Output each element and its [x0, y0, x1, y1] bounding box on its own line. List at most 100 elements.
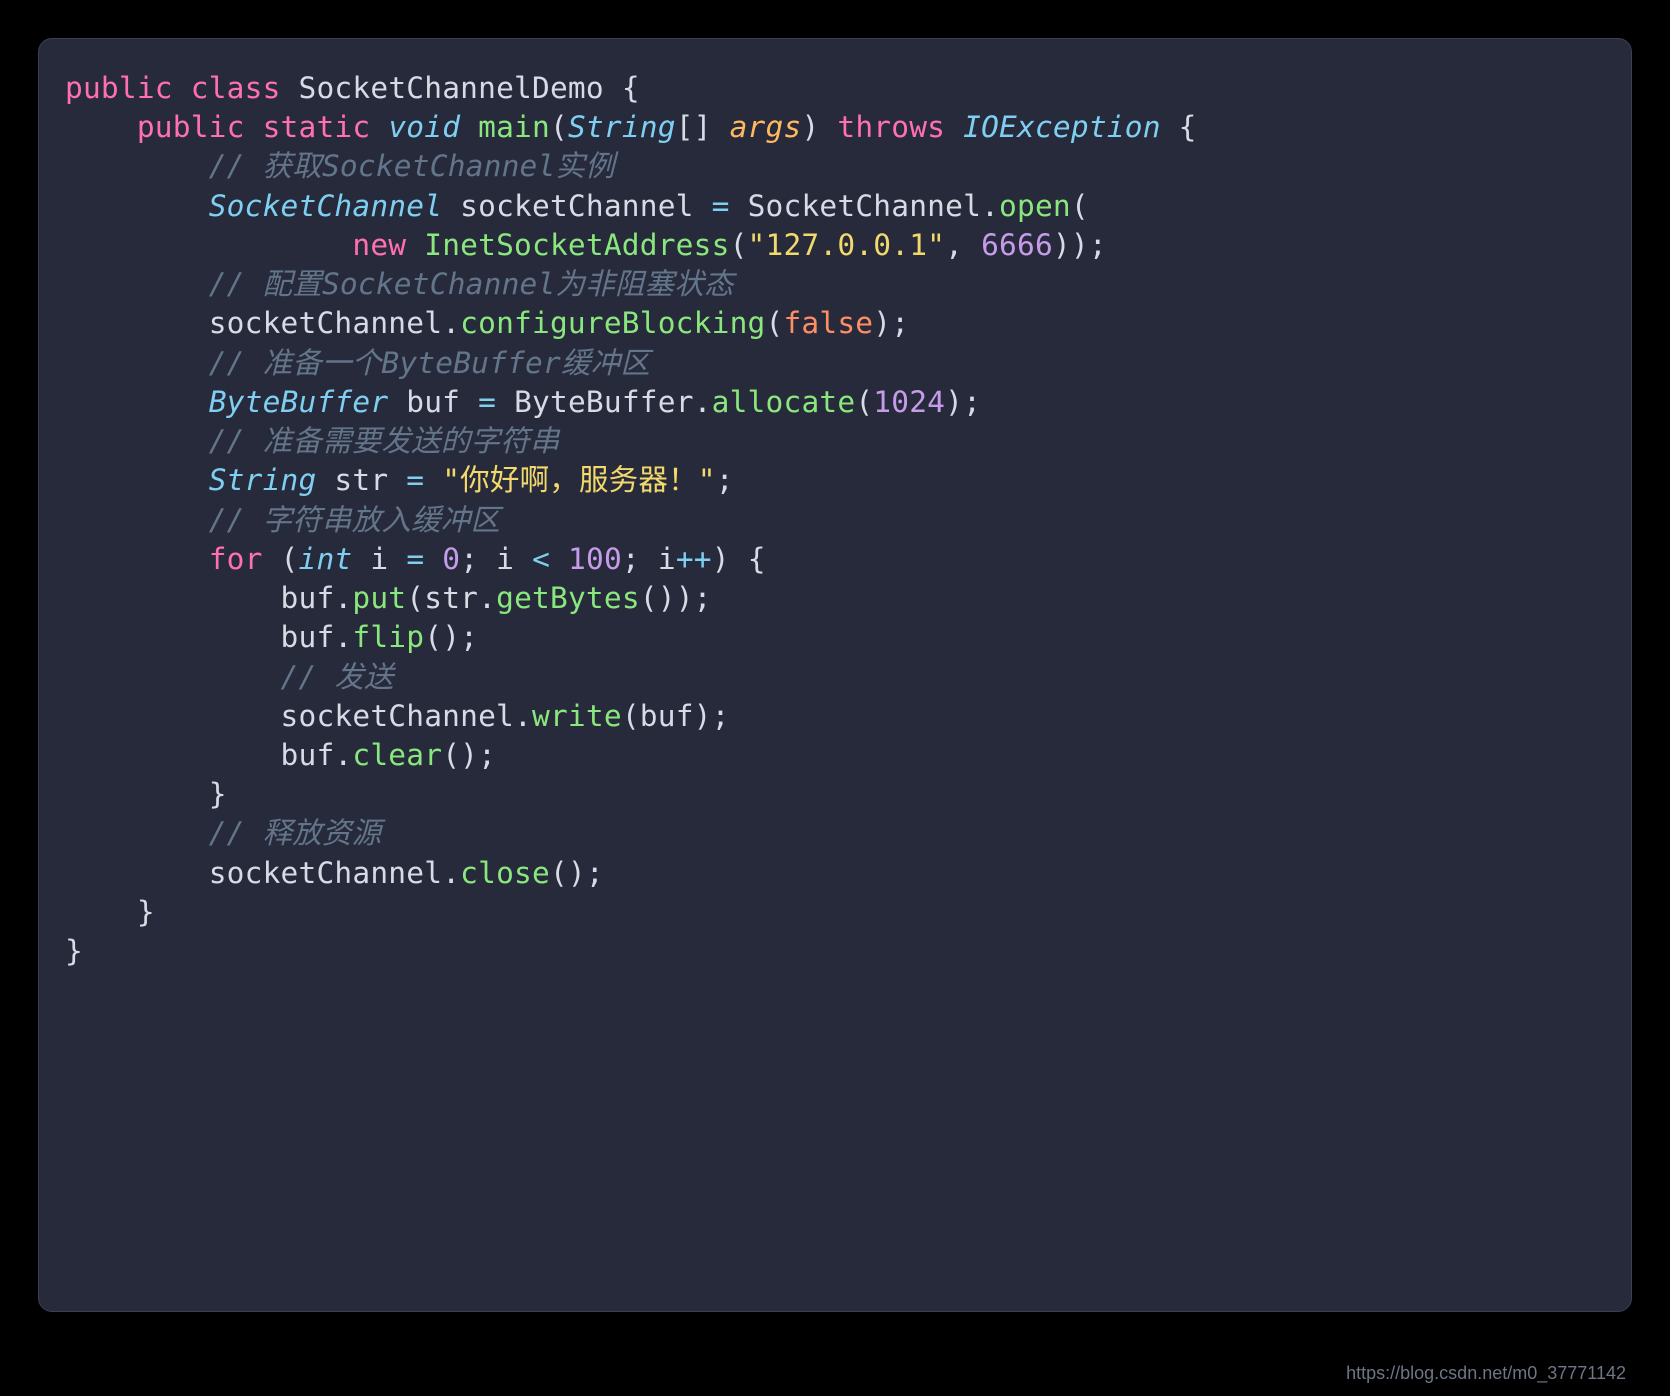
fn-close: close — [460, 856, 550, 890]
brackets: [] — [676, 110, 712, 144]
fn-clear: clear — [352, 738, 442, 772]
var: socketChannel — [281, 699, 515, 733]
comment: // 配置SocketChannel为非阻塞状态 — [209, 267, 734, 301]
paren-open: ( — [550, 110, 568, 144]
dot: . — [334, 738, 352, 772]
op-assign: = — [712, 189, 730, 223]
code-snippet-panel: public class SocketChannelDemo { public … — [38, 38, 1632, 1312]
semicolon: ; — [622, 542, 640, 576]
kw-new: new — [352, 228, 406, 262]
type-void: void — [388, 110, 460, 144]
paren-close: ()); — [640, 581, 712, 615]
type-string: String — [209, 463, 317, 497]
dot: . — [334, 620, 352, 654]
paren-open: ( — [281, 542, 299, 576]
brace-close: } — [137, 895, 155, 929]
kw-for: for — [209, 542, 263, 576]
var: i — [658, 542, 676, 576]
paren-close: ); — [945, 385, 981, 419]
code-block: public class SocketChannelDemo { public … — [39, 39, 1631, 1001]
fn-flip: flip — [352, 620, 424, 654]
paren-close: (); — [550, 856, 604, 890]
param-args: args — [730, 110, 802, 144]
var: socketChannel — [460, 189, 694, 223]
var: str — [334, 463, 388, 497]
type-bytebuffer: ByteBuffer — [209, 385, 389, 419]
comma: , — [945, 228, 963, 262]
type-socketchannel: SocketChannel — [209, 189, 443, 223]
kw-throws: throws — [837, 110, 945, 144]
dot: . — [981, 189, 999, 223]
type-ioexception: IOException — [963, 110, 1161, 144]
op-assign: = — [406, 463, 424, 497]
fn-allocate: allocate — [712, 385, 856, 419]
fn-open: open — [999, 189, 1071, 223]
var: str — [424, 581, 478, 615]
string-msg: "你好啊，服务器！" — [442, 463, 716, 497]
fn-write: write — [532, 699, 622, 733]
op-inc: ++ — [676, 542, 712, 576]
comment: // 发送 — [281, 660, 394, 694]
dot: . — [694, 385, 712, 419]
dot: . — [478, 581, 496, 615]
paren-close: (); — [442, 738, 496, 772]
brace-open: { — [1179, 110, 1197, 144]
paren-close: ); — [873, 306, 909, 340]
type-int: int — [299, 542, 353, 576]
semicolon: ; — [716, 463, 734, 497]
num-port: 6666 — [981, 228, 1053, 262]
fn-put: put — [352, 581, 406, 615]
num-0: 0 — [442, 542, 460, 576]
comment: // 字符串放入缓冲区 — [209, 503, 500, 537]
var: i — [370, 542, 388, 576]
class-ref: ByteBuffer — [514, 385, 694, 419]
comment: // 释放资源 — [209, 816, 382, 850]
paren-close: ); — [694, 699, 730, 733]
num-1024: 1024 — [873, 385, 945, 419]
kw-static: static — [263, 110, 371, 144]
fn-getbytes: getBytes — [496, 581, 640, 615]
paren-open: ( — [766, 306, 784, 340]
op-assign: = — [478, 385, 496, 419]
kw-public: public — [137, 110, 245, 144]
comment: // 准备需要发送的字符串 — [209, 424, 560, 458]
comment: // 获取SocketChannel实例 — [209, 149, 615, 183]
dot: . — [334, 581, 352, 615]
dot: . — [514, 699, 532, 733]
var: buf — [406, 385, 460, 419]
paren-open: ( — [730, 228, 748, 262]
var: buf — [281, 620, 335, 654]
paren-close: (); — [424, 620, 478, 654]
dot: . — [442, 856, 460, 890]
var: socketChannel — [209, 306, 443, 340]
brace-open: { — [622, 71, 640, 105]
paren-open: ( — [406, 581, 424, 615]
type-string: String — [568, 110, 676, 144]
op-assign: = — [406, 542, 424, 576]
fn-main: main — [478, 110, 550, 144]
class-ref: SocketChannel — [748, 189, 982, 223]
paren-close: )); — [1053, 228, 1107, 262]
comment: // 准备一个ByteBuffer缓冲区 — [209, 346, 650, 380]
fn-configureblocking: configureBlocking — [460, 306, 765, 340]
const-false: false — [783, 306, 873, 340]
watermark-link: https://blog.csdn.net/m0_37771142 — [1346, 1363, 1626, 1384]
brace-close: } — [65, 934, 83, 968]
kw-class: class — [191, 71, 281, 105]
brace-open: { — [748, 542, 766, 576]
var: socketChannel — [209, 856, 443, 890]
class-name: SocketChannelDemo — [299, 71, 604, 105]
num-100: 100 — [568, 542, 622, 576]
string-host: "127.0.0.1" — [748, 228, 946, 262]
var: i — [496, 542, 514, 576]
ctor-inetsocketaddress: InetSocketAddress — [424, 228, 729, 262]
kw-public: public — [65, 71, 173, 105]
arg: buf — [640, 699, 694, 733]
paren-open: ( — [1071, 189, 1089, 223]
op-lt: < — [532, 542, 550, 576]
dot: . — [442, 306, 460, 340]
brace-close: } — [209, 777, 227, 811]
paren-close: ) — [801, 110, 819, 144]
paren-close: ) — [712, 542, 730, 576]
semicolon: ; — [460, 542, 478, 576]
